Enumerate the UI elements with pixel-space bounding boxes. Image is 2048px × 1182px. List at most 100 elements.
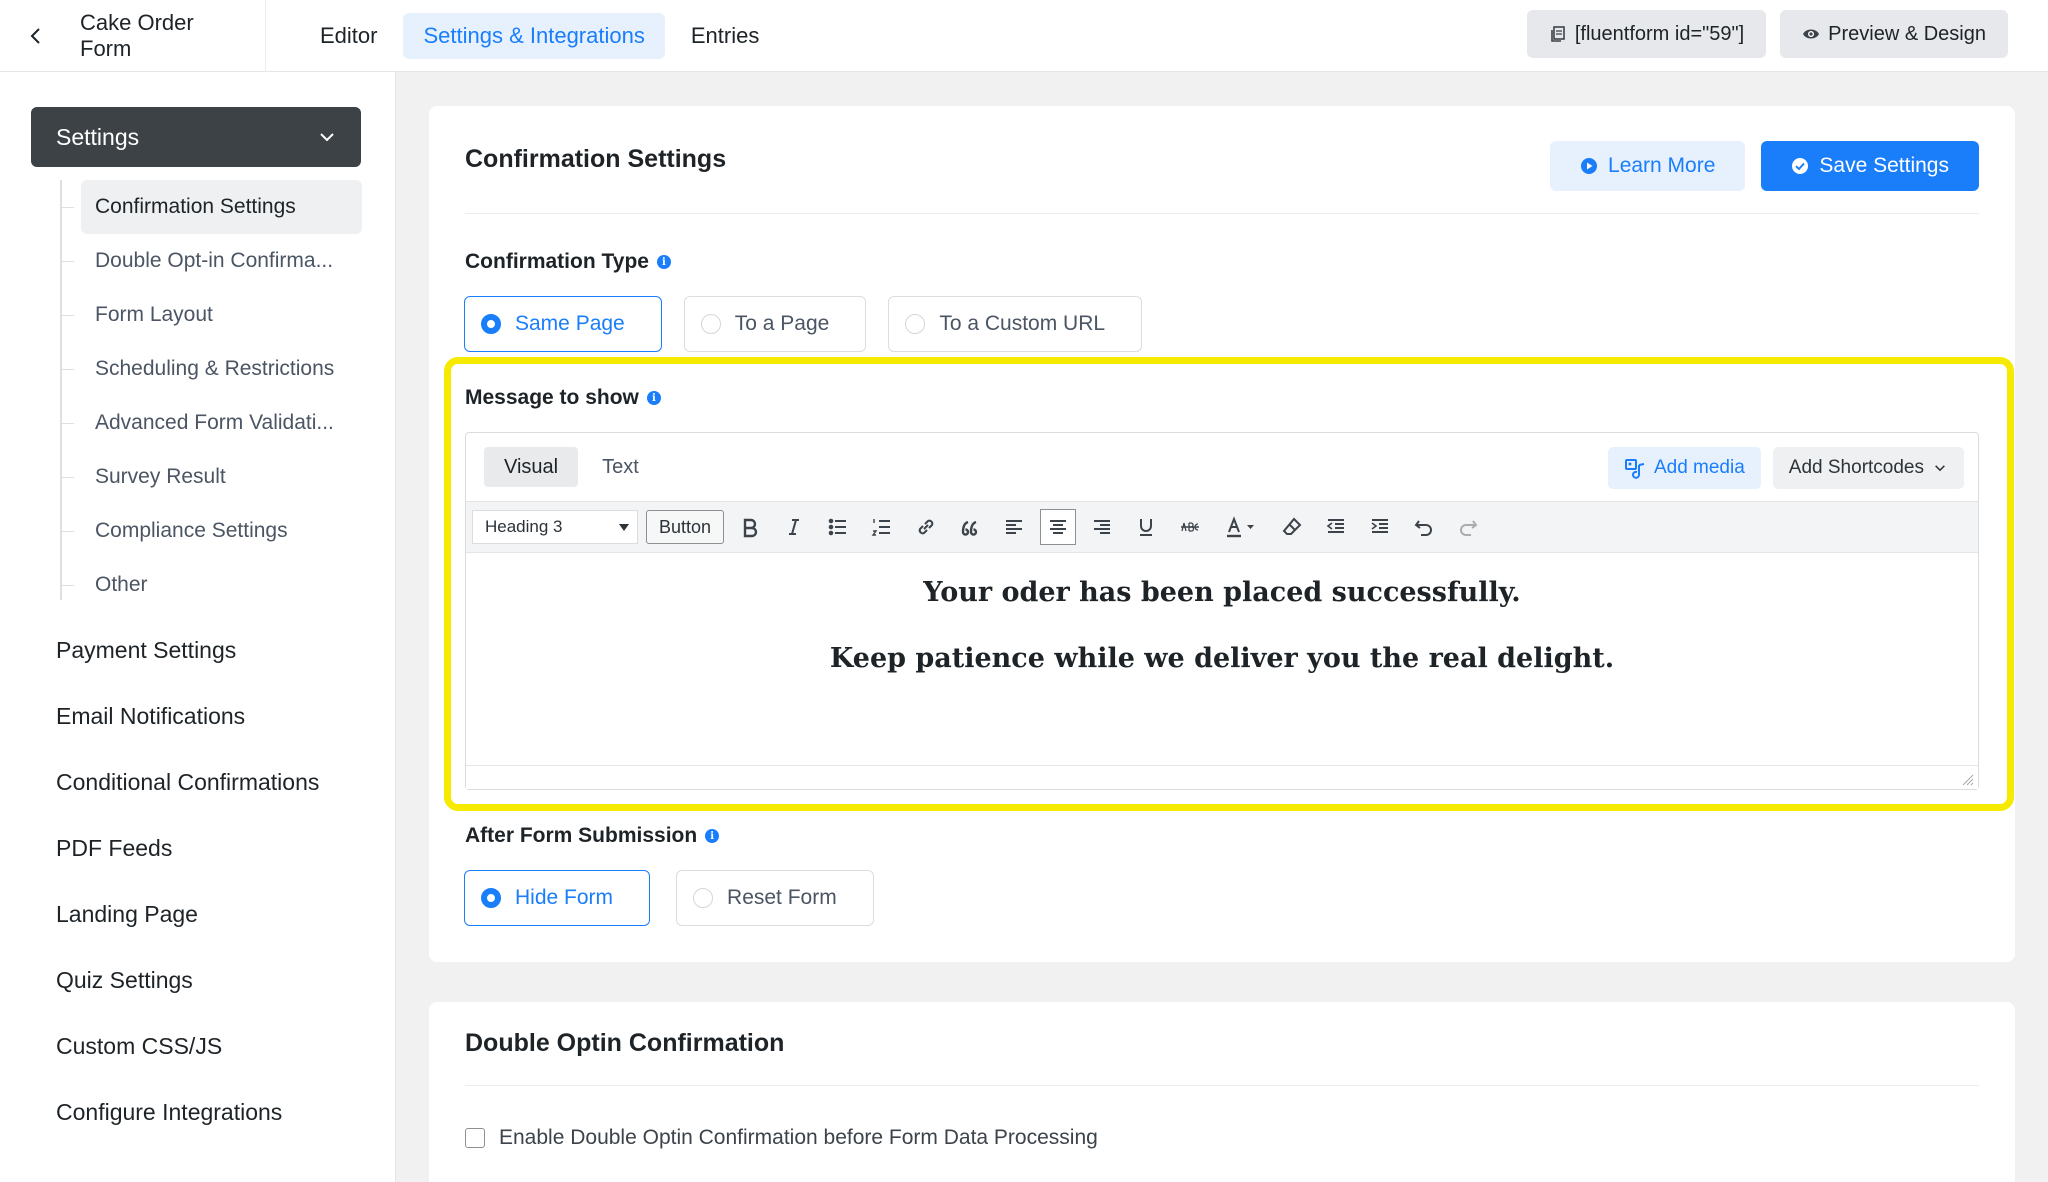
add-shortcodes-label: Add Shortcodes (1788, 457, 1924, 478)
add-shortcodes-dropdown[interactable]: Add Shortcodes (1772, 447, 1964, 489)
sidebar-item-configure-integrations[interactable]: Configure Integrations (56, 1079, 319, 1145)
underline-icon (1140, 519, 1153, 536)
sidebar-item-advanced-validation[interactable]: Advanced Form Validati... (60, 396, 362, 450)
sidebar-item-payment-settings[interactable]: Payment Settings (56, 617, 319, 683)
info-icon[interactable] (646, 391, 661, 405)
radio-same-page-label: Same Page (515, 312, 625, 335)
bold-button[interactable] (732, 509, 768, 545)
sidebar-item-custom-css-js[interactable]: Custom CSS/JS (56, 1013, 319, 1079)
after-submission-radios: Hide Form Reset Form (464, 870, 874, 926)
text-color-button[interactable] (1216, 509, 1266, 545)
save-settings-button[interactable]: Save Settings (1761, 141, 1979, 191)
sidebar-item-other[interactable]: Other (60, 558, 362, 612)
sidebar-item-compliance[interactable]: Compliance Settings (60, 504, 362, 558)
redo-icon (1460, 520, 1478, 536)
format-select[interactable]: Heading 3 (472, 510, 638, 544)
double-optin-title: Double Optin Confirmation (465, 1029, 785, 1057)
sidebar-main-nav: Payment Settings Email Notifications Con… (56, 617, 319, 1145)
bullet-list-icon (828, 518, 847, 536)
underline-button[interactable] (1128, 509, 1164, 545)
radio-to-a-page-label: To a Page (734, 312, 830, 335)
settings-dropdown[interactable]: Settings (31, 107, 361, 167)
confirmation-settings-title: Confirmation Settings (465, 145, 727, 173)
confirmation-card-header: Confirmation Settings Learn More Save Se… (465, 106, 1979, 214)
radio-custom-url[interactable]: To a Custom URL (888, 296, 1143, 352)
align-left-icon (1006, 520, 1023, 534)
tab-visual[interactable]: Visual (484, 447, 579, 487)
align-center-button[interactable] (1040, 509, 1077, 545)
undo-button[interactable] (1406, 509, 1442, 545)
eraser-icon (1282, 517, 1302, 535)
editor-content[interactable]: Your oder has been placed successfully. … (466, 553, 1978, 767)
tab-text[interactable]: Text (582, 447, 659, 487)
back-button[interactable] (0, 0, 72, 72)
eye-icon (1803, 29, 1820, 39)
align-left-button[interactable] (996, 509, 1032, 545)
text-color-icon (1227, 516, 1255, 538)
bullet-list-button[interactable] (820, 509, 856, 545)
radio-same-page[interactable]: Same Page (464, 296, 662, 352)
italic-icon (789, 519, 800, 535)
link-button[interactable] (908, 509, 944, 545)
sidebar-item-quiz-settings[interactable]: Quiz Settings (56, 947, 319, 1013)
chevron-down-icon (320, 133, 334, 142)
indent-icon (1371, 519, 1389, 533)
sidebar-item-conditional-confirmations[interactable]: Conditional Confirmations (56, 749, 319, 815)
format-select-value: Heading 3 (485, 517, 563, 536)
sidebar: Settings Confirmation Settings Double Op… (0, 72, 396, 1182)
tab-entries[interactable]: Entries (671, 13, 779, 59)
top-bar: Cake Order Form Editor Settings & Integr… (0, 0, 2048, 72)
shortcode-button[interactable]: [fluentform id="59"] (1526, 10, 1767, 58)
editor-mode-tabs: Visual Text (484, 447, 659, 487)
outdent-button[interactable] (1318, 509, 1354, 545)
strikethrough-button[interactable] (1172, 509, 1208, 545)
check-circle-icon (1792, 158, 1809, 174)
tab-editor[interactable]: Editor (300, 13, 397, 59)
radio-custom-url-label: To a Custom URL (939, 312, 1106, 335)
sidebar-item-survey-result[interactable]: Survey Result (60, 450, 362, 504)
blockquote-button[interactable] (952, 509, 988, 545)
sidebar-item-pdf-feeds[interactable]: PDF Feeds (56, 815, 319, 881)
italic-button[interactable] (776, 509, 812, 545)
form-title: Cake Order Form (72, 0, 266, 72)
indent-button[interactable] (1362, 509, 1398, 545)
outdent-icon (1326, 519, 1345, 533)
preview-design-button[interactable]: Preview & Design (1780, 10, 2008, 58)
redo-button[interactable] (1450, 509, 1486, 545)
insert-button-button[interactable]: Button (646, 510, 725, 544)
sidebar-item-scheduling[interactable]: Scheduling & Restrictions (60, 342, 362, 396)
double-optin-checkbox[interactable] (465, 1128, 485, 1148)
align-right-button[interactable] (1084, 509, 1120, 545)
radio-unchecked-icon (905, 314, 926, 334)
numbered-list-button[interactable] (864, 509, 900, 545)
double-optin-card: Double Optin Confirmation (429, 1002, 2015, 1182)
radio-reset-form[interactable]: Reset Form (676, 870, 874, 926)
resize-handle-icon[interactable] (1960, 772, 1974, 786)
message-line-2: Keep patience while we deliver you the r… (829, 643, 1615, 674)
sidebar-item-double-optin[interactable]: Double Opt-in Confirma... (60, 234, 362, 288)
add-media-label: Add media (1653, 457, 1745, 478)
radio-unchecked-icon (700, 314, 721, 334)
double-optin-checkbox-row[interactable]: Enable Double Optin Confirmation before … (465, 1126, 1098, 1150)
message-to-show-text: Message to show (465, 386, 639, 409)
radio-to-a-page[interactable]: To a Page (683, 296, 867, 352)
sidebar-item-confirmation-settings[interactable]: Confirmation Settings (62, 180, 362, 234)
radio-hide-form[interactable]: Hide Form (464, 870, 651, 926)
confirmation-header-actions: Learn More Save Settings (1550, 141, 1979, 191)
bold-icon (743, 518, 758, 538)
add-media-button[interactable]: Add media (1607, 447, 1761, 489)
clear-formatting-button[interactable] (1274, 509, 1310, 545)
undo-icon (1414, 520, 1432, 536)
sidebar-item-landing-page[interactable]: Landing Page (56, 881, 319, 947)
align-right-icon (1094, 520, 1111, 534)
editor-toolbar: Heading 3 Button (466, 501, 1978, 553)
tab-settings-integrations[interactable]: Settings & Integrations (403, 12, 665, 59)
sidebar-item-form-layout[interactable]: Form Layout (60, 288, 362, 342)
info-icon[interactable] (705, 829, 720, 843)
learn-more-button[interactable]: Learn More (1550, 141, 1746, 191)
sidebar-item-email-notifications[interactable]: Email Notifications (56, 683, 319, 749)
learn-more-label: Learn More (1608, 154, 1716, 177)
editor-actions: Add media Add Shortcodes (1607, 447, 1964, 489)
info-icon[interactable] (656, 255, 671, 269)
radio-hide-form-label: Hide Form (515, 886, 614, 909)
